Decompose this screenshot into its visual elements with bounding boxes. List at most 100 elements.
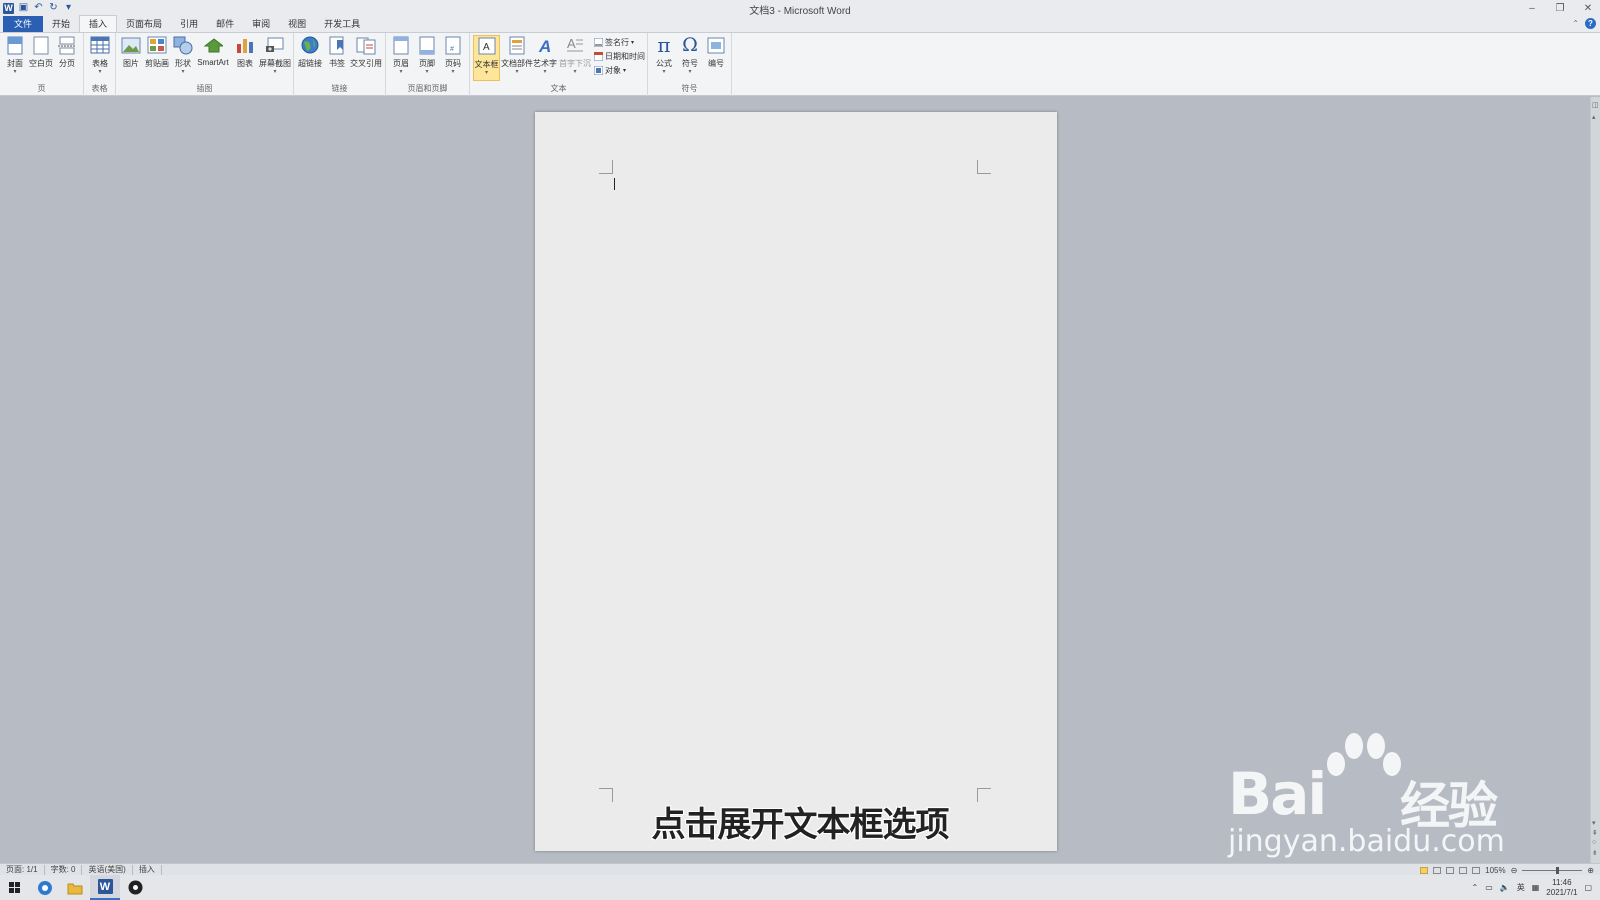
hyperlink-button[interactable]: 超链接 [297,35,323,69]
bookmark-button[interactable]: 书签 [324,35,350,69]
cover-page-button[interactable]: 封面 ▾ [2,35,28,75]
start-button[interactable] [0,875,30,900]
tab-insert[interactable]: 插入 [79,15,118,32]
screenshot-button[interactable]: 屏幕截图 ▾ [259,35,291,75]
group-pages: 封面 ▾ 空白页 分页 页 [0,33,84,96]
page-number-button[interactable]: # 页码 ▾ [440,35,466,75]
tab-review[interactable]: 审阅 [243,16,279,32]
cross-reference-button[interactable]: 交叉引用 [350,35,382,69]
print-layout-view-icon[interactable] [1420,866,1429,874]
taskbar-browser[interactable] [30,875,60,900]
vertical-scrollbar[interactable]: ◫ ▴ ▾ ⇞ ○ ⇟ [1590,97,1600,863]
picture-button[interactable]: 图片 [118,35,144,69]
status-language[interactable]: 英语(美国) [82,864,133,875]
minimize-ribbon-icon[interactable]: ⌃ [1572,19,1579,28]
zoom-slider[interactable] [1522,866,1583,874]
system-clock[interactable]: 11:46 2021/7/1 [1546,878,1577,898]
status-word-count[interactable]: 字数: 0 [45,864,83,875]
notification-center-icon[interactable]: ▢ [1584,883,1592,892]
shapes-button[interactable]: 形状 ▾ [170,35,196,75]
group-links: 超链接 书签 交叉引用 链接 [294,33,386,96]
footer-button[interactable]: 页脚 ▾ [414,35,440,75]
windows-start-icon [9,881,20,893]
next-page-icon[interactable]: ⇟ [1592,849,1598,857]
close-button[interactable]: ✕ [1582,3,1594,14]
word-logo-icon[interactable]: W [3,2,14,14]
text-box-button[interactable]: A 文本框 ▾ [473,35,500,81]
tab-page-layout[interactable]: 页面布局 [117,16,171,32]
shapes-icon [173,35,193,55]
ime-mode-icon[interactable]: ▦ [1532,883,1540,892]
tab-home[interactable]: 开始 [43,16,79,32]
help-icon[interactable]: ? [1585,18,1596,29]
zoom-in-icon[interactable]: ⊕ [1587,866,1594,875]
page-break-icon [57,35,77,55]
equation-button[interactable]: π 公式 ▾ [651,33,677,75]
date-time-button[interactable]: 日期和时间 [594,50,645,62]
save-icon[interactable]: ▣ [18,2,29,14]
customize-qat-icon[interactable]: ▾ [63,2,74,14]
status-page-count[interactable]: 页面: 1/1 [0,864,45,875]
chart-button[interactable]: 图表 [232,35,258,69]
table-button[interactable]: 表格 ▾ [87,35,113,75]
tab-developer[interactable]: 开发工具 [315,16,369,32]
document-page[interactable] [535,112,1057,851]
browser-icon [38,880,52,895]
numbering-button[interactable]: 编号 [703,35,729,69]
ime-indicator[interactable]: 英 [1517,882,1525,893]
status-insert-mode[interactable]: 插入 [133,864,162,875]
draft-view-icon[interactable] [1472,866,1481,874]
volume-icon[interactable]: 🔈 [1500,883,1510,892]
minimize-button[interactable]: – [1526,3,1538,14]
page-break-button[interactable]: 分页 [54,35,80,69]
zoom-out-icon[interactable]: ⊖ [1511,866,1518,875]
header-button[interactable]: 页眉 ▾ [388,35,414,75]
web-layout-icon[interactable] [1446,866,1455,874]
taskbar-word[interactable]: W [90,875,120,900]
tab-references[interactable]: 引用 [171,16,207,32]
symbol-button[interactable]: Ω 符号 ▾ [677,34,703,75]
omega-symbol-icon: Ω [682,34,698,56]
undo-icon[interactable]: ↶ [33,2,44,14]
scroll-down-arrow-icon[interactable]: ▾ [1592,819,1596,827]
zoom-slider-thumb[interactable] [1556,866,1560,874]
word-taskbar-icon: W [97,879,113,894]
blank-page-button[interactable]: 空白页 [28,35,54,69]
status-bar: 页面: 1/1 字数: 0 英语(美国) 插入 105% ⊖ ⊕ [0,863,1600,875]
quick-parts-button[interactable]: 文档部件 ▾ [501,35,533,75]
network-icon[interactable]: ▭ [1485,883,1493,892]
drop-cap-button[interactable]: A 首字下沉 ▾ [559,35,591,76]
svg-text:A: A [483,42,490,53]
taskbar-file-explorer[interactable] [60,875,90,900]
full-screen-reading-icon[interactable] [1433,866,1442,874]
smartart-button[interactable]: SmartArt [196,35,230,67]
tab-file[interactable]: 文件 [3,16,44,32]
tab-mailings[interactable]: 邮件 [207,16,243,32]
redo-icon[interactable]: ↻ [48,2,59,14]
clip-art-button[interactable]: 剪贴画 [144,35,170,69]
outline-view-icon[interactable] [1459,866,1468,874]
clip-art-icon [147,35,167,55]
taskbar-media-app[interactable] [120,875,150,900]
window-title: 文档3 - Microsoft Word [749,6,851,17]
screenshot-icon [265,35,285,55]
signature-line-button[interactable]: 签名行 ▾ [594,36,645,48]
wordart-icon: A [535,35,555,55]
ruler-toggle-icon[interactable]: ◫ [1592,101,1599,109]
wordart-button[interactable]: A 艺术字 ▾ [532,35,558,76]
previous-page-icon[interactable]: ⇞ [1592,829,1598,837]
ribbon: 封面 ▾ 空白页 分页 页 表格 ▾ 表格 图片 剪贴画 形状 ▾ SmartA… [0,33,1600,96]
zoom-level[interactable]: 105% [1485,866,1505,875]
video-subtitle: 点击展开文本框选项 [651,805,950,845]
group-tables: 表格 ▾ 表格 [84,33,116,96]
object-button[interactable]: 对象 ▾ [594,64,645,76]
tab-view[interactable]: 视图 [279,16,315,32]
restore-button[interactable]: ❐ [1554,3,1566,14]
tray-expand-icon[interactable]: ⌃ [1472,883,1479,892]
header-icon [391,35,411,55]
clock-date: 2021/7/1 [1546,887,1578,897]
scroll-up-arrow-icon[interactable]: ▴ [1592,113,1596,121]
picture-icon [121,35,141,55]
browse-object-icon[interactable]: ○ [1592,839,1596,846]
bookmark-icon [327,35,347,55]
